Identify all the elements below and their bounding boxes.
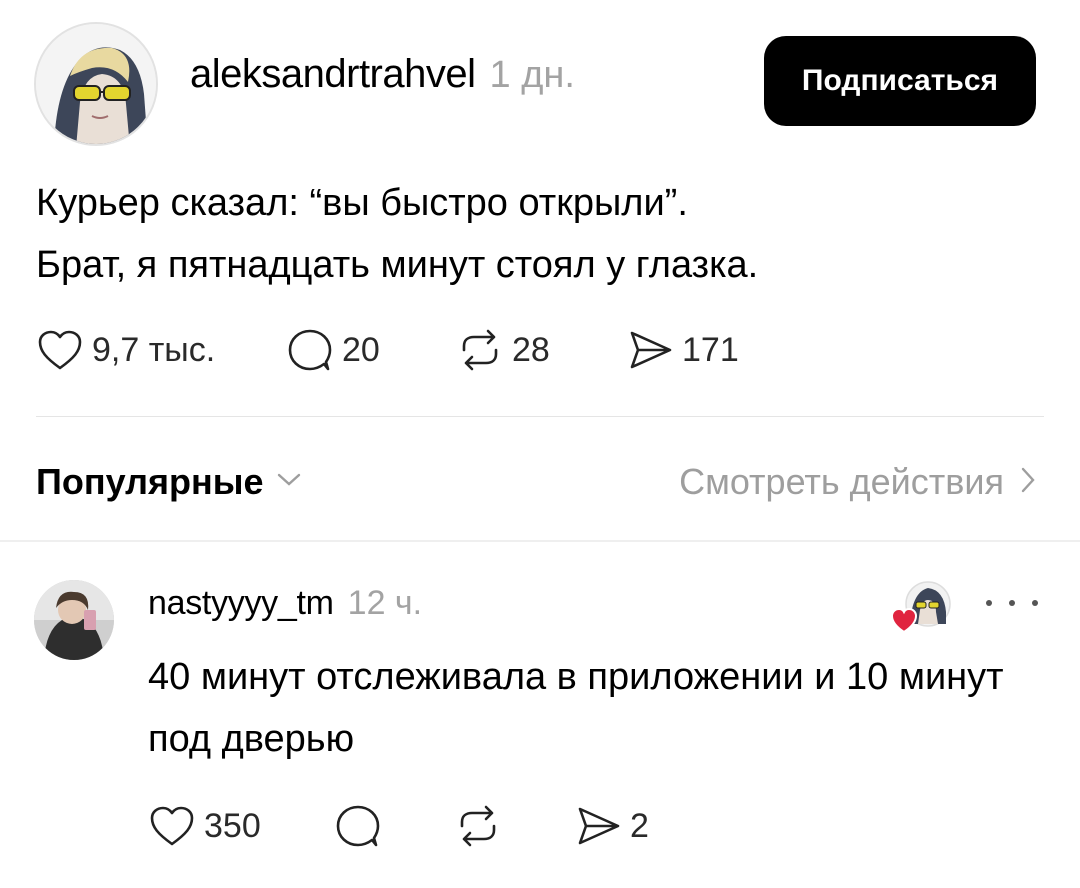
reply-timestamp: 12 ч. [347,584,423,622]
chevron-right-icon [1020,466,1036,499]
heart-outline-icon [36,328,84,372]
speech-bubble-icon [334,803,382,849]
reply-share-count: 2 [630,806,649,845]
reply-button[interactable]: 20 [286,327,456,373]
view-activity-link[interactable]: Смотреть действия [679,461,1036,503]
more-options-button[interactable] [986,588,1038,618]
share-button[interactable]: 171 [626,328,796,372]
reply-actions: 350 2 [148,800,694,852]
post-text-line: Курьер сказал: “вы быстро открыли”. [36,182,688,224]
repost-arrows-icon [454,804,502,848]
repost-button[interactable]: 28 [456,328,626,372]
chevron-down-icon [276,472,302,493]
view-activity-label: Смотреть действия [679,461,1004,502]
red-heart-icon [890,607,918,634]
post-text: Курьер сказал: “вы быстро открыли”. Брат… [36,172,1036,296]
paper-plane-icon [626,328,674,372]
reply-author-name[interactable]: nastyyyy_tm [148,584,334,623]
speech-bubble-icon [286,327,334,373]
repost-arrows-icon [456,328,504,372]
reply-text: 40 минут отслеживала в приложении и 10 м… [148,656,1004,760]
replies-sort-bar: Популярные Смотреть действия [36,452,1036,512]
reply-reply-button[interactable] [334,803,454,849]
like-button[interactable]: 9,7 тыс. [36,328,286,372]
share-count: 171 [682,330,739,369]
reply-repost-button[interactable] [454,804,574,848]
more-dots-icon [986,600,992,606]
sort-dropdown[interactable]: Популярные [36,461,302,503]
liked-by-author-indicator[interactable] [890,578,954,636]
heart-outline-icon [148,804,196,848]
repost-count: 28 [512,330,550,369]
sort-label: Популярные [36,461,264,502]
post-actions: 9,7 тыс. 20 28 171 [36,322,796,378]
reply-avatar-photo [34,580,114,660]
reply-share-button[interactable]: 2 [574,804,694,848]
reply-count: 20 [342,330,380,369]
reply-author-line: nastyyyy_tm 12 ч. [148,584,422,623]
author-avatar[interactable] [34,22,158,146]
post-timestamp: 1 дн. [489,54,575,96]
more-dots-icon [1032,600,1038,606]
author-avatar-illustration [36,24,156,144]
like-count: 9,7 тыс. [92,330,216,369]
follow-button[interactable]: Подписаться [764,36,1036,126]
paper-plane-icon [574,804,622,848]
post-text-line: Брат, я пятнадцать минут стоял у глазка. [36,244,759,286]
reply-author-avatar[interactable] [34,580,114,660]
main-post: aleksandrtrahvel 1 дн. Подписаться Курье… [0,0,1080,420]
reply-like-count: 350 [204,806,261,845]
divider [0,540,1080,542]
post-author-name[interactable]: aleksandrtrahvel [190,52,476,97]
post-author-line: aleksandrtrahvel 1 дн. [190,52,575,102]
divider [36,416,1044,417]
more-dots-icon [1009,600,1015,606]
reply-like-button[interactable]: 350 [148,804,334,848]
